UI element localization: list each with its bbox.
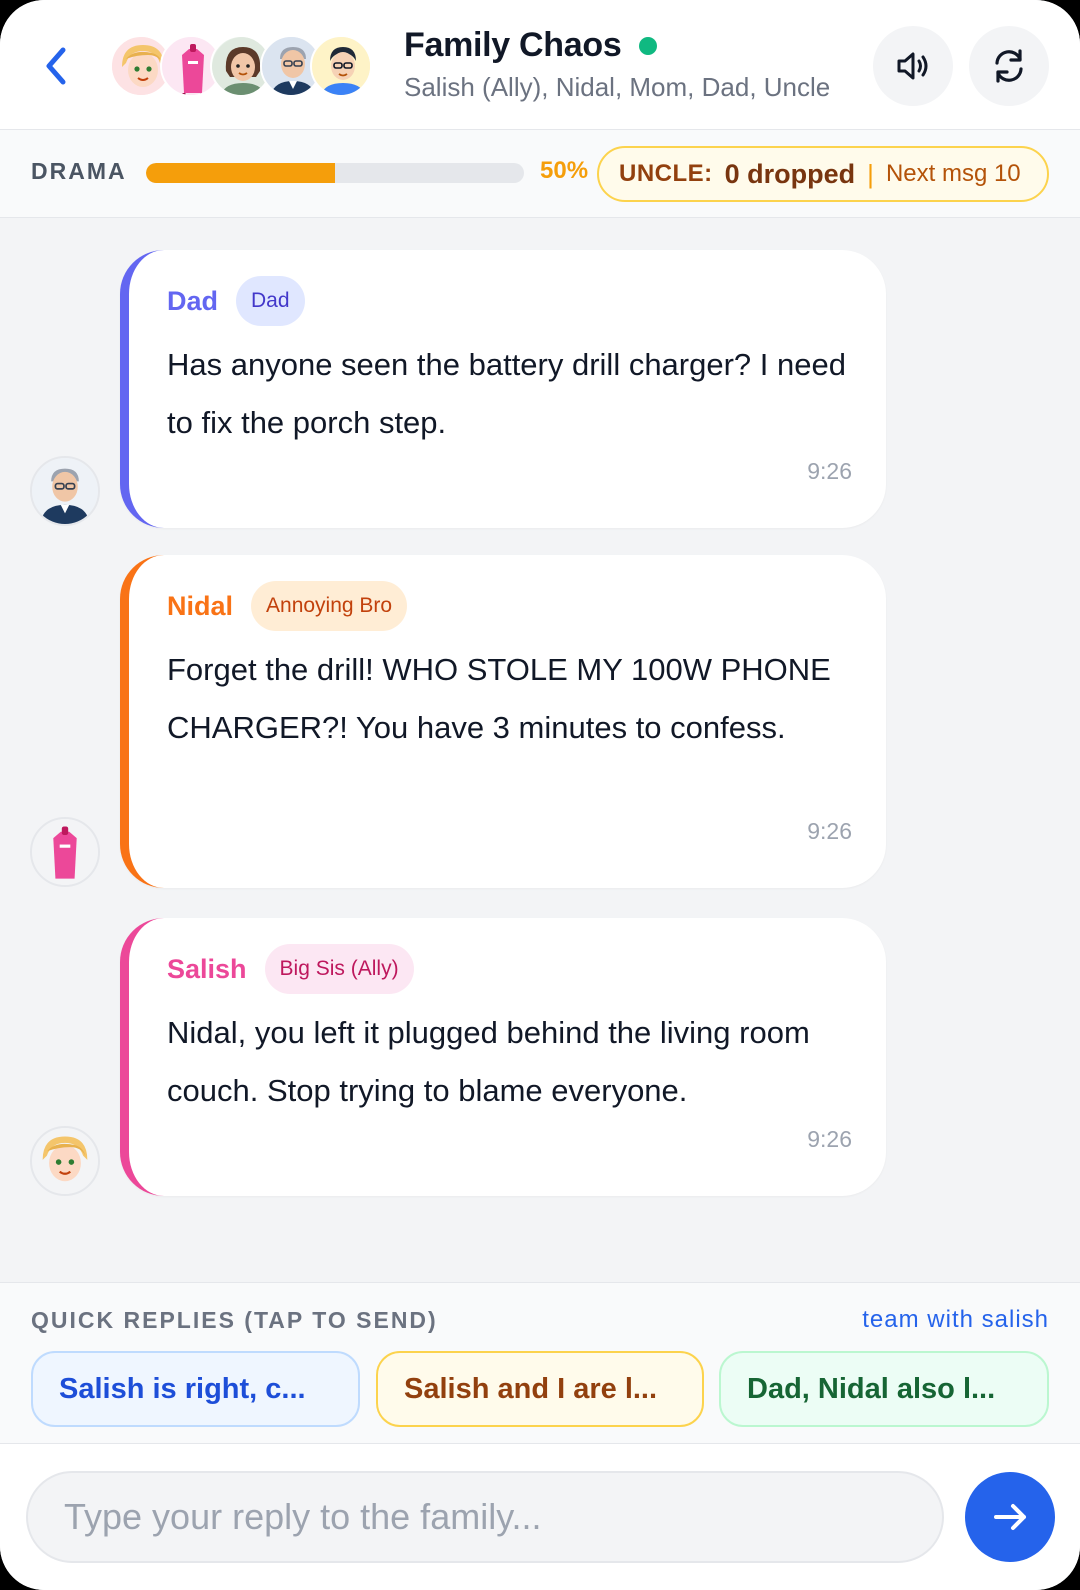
participant-avatars — [110, 35, 380, 97]
message-text: Forget the drill! WHO STOLE MY 100W PHON… — [167, 652, 831, 745]
message-bubble: Dad Dad Has anyone seen the battery dril… — [120, 250, 886, 528]
uncle-avatar — [310, 35, 372, 97]
drama-progress-track — [146, 163, 524, 183]
quick-reply-button[interactable]: Salish is right, c... — [31, 1351, 360, 1427]
member-list: Salish (Ally), Nidal, Mom, Dad, Uncle — [404, 72, 831, 102]
composer-bar — [0, 1444, 1080, 1590]
next-message-countdown: Next msg 10 — [885, 160, 1021, 187]
sender-name: Nidal — [167, 590, 234, 621]
sender-name: Dad — [167, 285, 219, 316]
separator: | — [867, 158, 874, 189]
chevron-left-icon — [46, 47, 66, 85]
refresh-button[interactable] — [969, 26, 1049, 106]
message-text: Has anyone seen the battery drill charge… — [167, 347, 846, 440]
chat-title: Family Chaos — [404, 26, 622, 64]
online-status-dot — [639, 36, 658, 55]
message-timestamp: 9:26 — [807, 818, 852, 844]
drama-progress-fill — [146, 163, 335, 183]
drama-meter: DRAMA 50% UNCLE: 0 dropped | Next msg 10 — [0, 130, 1080, 218]
sender-name: Salish — [167, 953, 247, 984]
sound-toggle-button[interactable] — [873, 26, 953, 106]
quick-reply-button[interactable]: Dad, Nidal also l... — [719, 1351, 1049, 1427]
quick-replies-title: QUICK REPLIES (TAP TO SEND) — [31, 1307, 438, 1333]
role-badge: Annoying Bro — [251, 581, 408, 631]
nidal-message-avatar — [30, 817, 100, 887]
arrow-right-icon — [994, 1504, 1026, 1530]
quick-reply-button[interactable]: Salish and I are l... — [376, 1351, 704, 1427]
chat-header: Family Chaos Salish (Ally), Nidal, Mom, … — [0, 0, 1080, 130]
message-timestamp: 9:26 — [807, 458, 852, 484]
drama-percent: 50% — [540, 157, 589, 184]
quick-replies-panel: QUICK REPLIES (TAP TO SEND) team with sa… — [0, 1282, 1080, 1444]
salish-message-avatar — [30, 1126, 100, 1196]
message-text: Nidal, you left it plugged behind the li… — [167, 1015, 810, 1108]
refresh-icon — [995, 49, 1023, 83]
message-timestamp: 9:26 — [807, 1126, 852, 1152]
team-with-salish-link[interactable]: team with salish — [862, 1306, 1049, 1334]
back-button[interactable] — [36, 36, 76, 96]
role-badge: Dad — [236, 276, 305, 326]
reply-input[interactable] — [26, 1471, 944, 1563]
message-bubble: Salish Big Sis (Ally) Nidal, you left it… — [120, 918, 886, 1196]
uncle-status-badge: UNCLE: 0 dropped | Next msg 10 — [597, 146, 1049, 202]
dad-message-avatar — [30, 456, 100, 526]
role-badge: Big Sis (Ally) — [264, 944, 414, 994]
send-button[interactable] — [965, 1472, 1055, 1562]
chat-title-row: Family Chaos — [404, 26, 658, 65]
uncle-dropped-count: 0 dropped — [724, 158, 856, 189]
drama-label: DRAMA — [31, 158, 127, 184]
speaker-icon — [897, 52, 928, 80]
uncle-label: UNCLE: — [619, 160, 713, 187]
message-bubble: Nidal Annoying Bro Forget the drill! WHO… — [120, 555, 886, 888]
chat-screen: Family Chaos Salish (Ally), Nidal, Mom, … — [0, 0, 1080, 1590]
